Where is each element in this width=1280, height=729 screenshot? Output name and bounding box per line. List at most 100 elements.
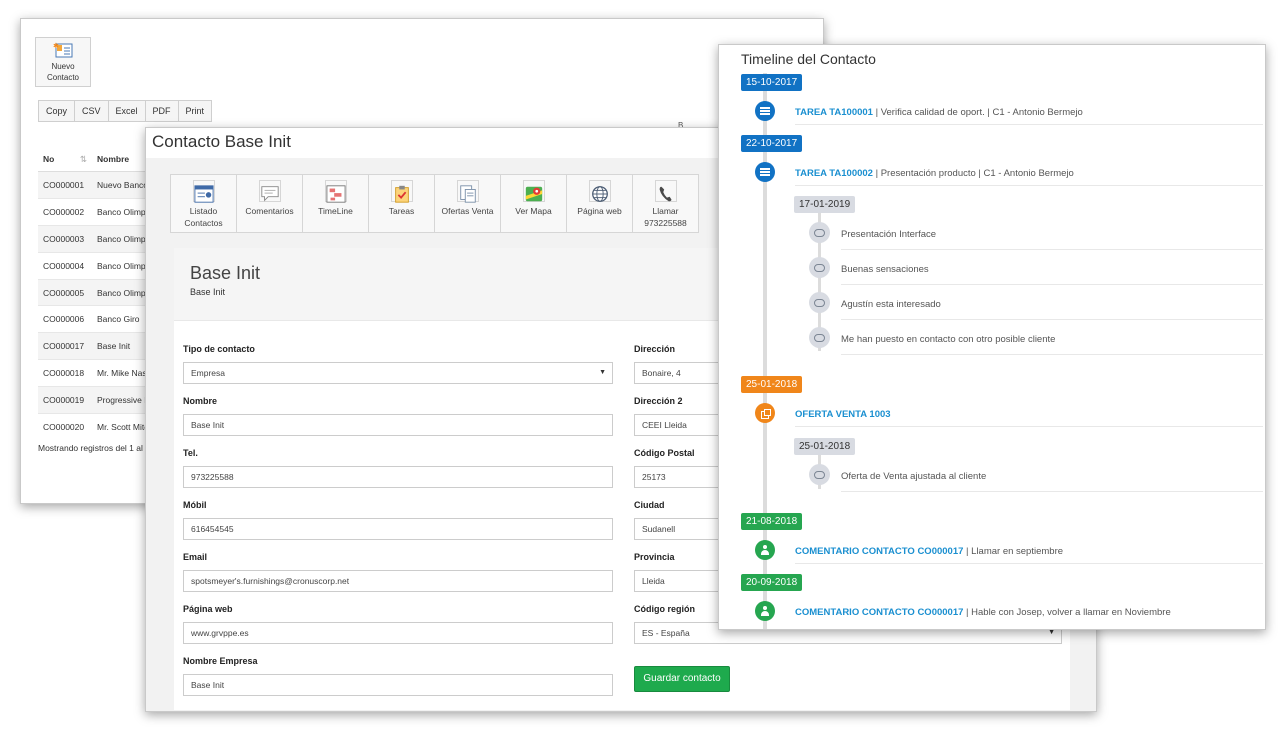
province-label: Provincia (634, 552, 675, 562)
table-row[interactable]: CO000018 Mr. Mike Nash (38, 359, 162, 387)
contacts-table: No ⇅ Nombre CO000001 Nuevo Banco CO000002 B… (38, 147, 162, 440)
comment-bubble-icon (814, 470, 825, 479)
comments-button[interactable]: Comentarios (236, 174, 303, 233)
sales-offers-label: Ofertas Venta (441, 206, 494, 216)
table-row[interactable]: CO000003 Banco Olimp (38, 224, 162, 253)
globe-icon (588, 180, 611, 202)
city-label: Ciudad (634, 500, 665, 510)
task-marker (755, 101, 775, 121)
name-field[interactable]: Base Init (183, 414, 613, 436)
cell-no: CO000019 (38, 386, 92, 414)
sales-offers-button[interactable]: Ofertas Venta (434, 174, 501, 233)
column-header-no[interactable]: No ⇅ (38, 147, 92, 172)
copy-icon (760, 408, 771, 419)
sales-offer-icon (456, 180, 479, 203)
timeline-label: TimeLine (318, 206, 353, 216)
email-field[interactable]: spotsmeyer's.furnishings@cronuscorp.net (183, 570, 613, 592)
call-button[interactable]: Llamar 973225588 (632, 174, 699, 233)
timeline-event[interactable]: TAREA TA100002 | Presentación producto |… (795, 168, 1263, 186)
excel-button[interactable]: Excel (107, 100, 146, 122)
cell-no: CO000004 (38, 251, 92, 280)
address2-label: Dirección 2 (634, 396, 683, 406)
csv-button[interactable]: CSV (74, 100, 109, 122)
sub-event: Me han puesto en contacto con otro posib… (841, 334, 1263, 355)
address-label: Dirección (634, 344, 676, 354)
date-tag: 21-08-2018 (741, 513, 803, 530)
table-row[interactable]: CO000020 Mr. Scott Mitc (38, 413, 162, 440)
user-icon (760, 544, 770, 556)
view-map-label: Ver Mapa (515, 206, 552, 216)
list-contacts-label: Listado Contactos (184, 206, 223, 228)
sort-icon[interactable]: ⇅ (80, 154, 87, 165)
table-row[interactable]: CO000001 Nuevo Banco (38, 171, 162, 199)
pdf-button[interactable]: PDF (144, 100, 179, 122)
postal-code-label: Código Postal (634, 448, 695, 458)
dropdown-caret-icon: ▼ (599, 369, 606, 376)
contact-type-value: Empresa (191, 368, 226, 378)
timeline-button[interactable]: TimeLine (302, 174, 369, 233)
comment-bubble-icon (814, 263, 825, 272)
phone-label: Tel. (183, 448, 198, 458)
comment-marker (809, 464, 830, 485)
timeline-event[interactable]: OFERTA VENTA 1003 (795, 409, 1263, 427)
contact-type-select[interactable]: Empresa ▼ (183, 362, 613, 384)
phone-icon (654, 180, 677, 202)
timeline-event[interactable]: COMENTARIO CONTACTO CO000017 | Hable con… (795, 607, 1263, 624)
table-row[interactable]: CO000019 Progressive H (38, 386, 162, 414)
call-label: Llamar 973225588 (644, 206, 687, 228)
offer-marker (755, 403, 775, 423)
view-map-button[interactable]: Ver Mapa (500, 174, 567, 233)
company-name-label: Nombre Empresa (183, 656, 258, 666)
event-link[interactable]: TAREA TA100001 (795, 107, 873, 118)
print-button[interactable]: Print (177, 100, 213, 122)
contact-name-heading: Base Init (190, 263, 261, 283)
cell-no: CO000020 (38, 413, 92, 440)
event-text: | Hable con Josep, volver a llamar en No… (963, 607, 1171, 618)
table-row[interactable]: CO000017 Base Init (38, 332, 162, 360)
mobile-field[interactable]: 616454545 (183, 518, 613, 540)
comment-marker (809, 222, 830, 243)
copy-button[interactable]: Copy (38, 100, 76, 122)
comment-contact-marker (755, 601, 775, 621)
event-link[interactable]: OFERTA VENTA 1003 (795, 409, 891, 420)
table-row[interactable]: CO000006 Banco Giro (38, 305, 162, 333)
table-row[interactable]: CO000002 Banco Olimp (38, 197, 162, 226)
list-contacts-button[interactable]: Listado Contactos (170, 174, 237, 233)
timeline-event[interactable]: TAREA TA100001 | Verifica calidad de opo… (795, 107, 1263, 125)
phone-field[interactable]: 973225588 (183, 466, 613, 488)
export-toolbar: Copy CSV Excel PDF Print (38, 100, 213, 122)
map-icon (522, 180, 545, 202)
sub-event: Presentación Interface (841, 229, 1263, 250)
tasks-button[interactable]: Tareas (368, 174, 435, 233)
new-contact-button[interactable]: ✱ Nuevo Contacto (35, 37, 91, 87)
timeline-title: Timeline del Contacto (741, 51, 876, 67)
event-link[interactable]: COMENTARIO CONTACTO CO000017 (795, 607, 963, 618)
timeline-event[interactable]: COMENTARIO CONTACTO CO000017 | Llamar en… (795, 546, 1263, 564)
comment-marker (809, 327, 830, 348)
comment-marker (809, 292, 830, 313)
date-tag: 20-09-2018 (741, 574, 803, 591)
region-code-label: Código región (634, 604, 695, 614)
website-field-label: Página web (183, 604, 233, 614)
website-field[interactable]: www.grvppe.es (183, 622, 613, 644)
event-text: | Verifica calidad de oport. | C1 - Anto… (872, 107, 1083, 118)
date-tag: 15-10-2017 (741, 74, 803, 91)
cell-no: CO000017 (38, 332, 92, 360)
table-row[interactable]: CO000004 Banco Olimp (38, 251, 162, 280)
event-link[interactable]: TAREA TA100002 (795, 168, 873, 179)
cell-no: CO000002 (38, 197, 92, 226)
cell-no: CO000001 (38, 171, 92, 199)
list-icon (760, 168, 770, 176)
contact-name-subtitle: Base Init (190, 287, 226, 297)
website-button[interactable]: Página web (566, 174, 633, 233)
sub-event: Oferta de Venta ajustada al cliente (841, 471, 1263, 492)
website-label: Página web (577, 206, 622, 216)
name-label: Nombre (183, 396, 218, 406)
comment-contact-marker (755, 540, 775, 560)
company-name-field[interactable]: Base Init (183, 674, 613, 696)
table-row[interactable]: CO000005 Banco Olimp (38, 278, 162, 306)
save-contact-button[interactable]: Guardar contacto (634, 666, 730, 692)
list-contacts-icon (192, 180, 215, 203)
event-link[interactable]: COMENTARIO CONTACTO CO000017 (795, 546, 963, 557)
sub-event: Agustín esta interesado (841, 299, 1263, 320)
